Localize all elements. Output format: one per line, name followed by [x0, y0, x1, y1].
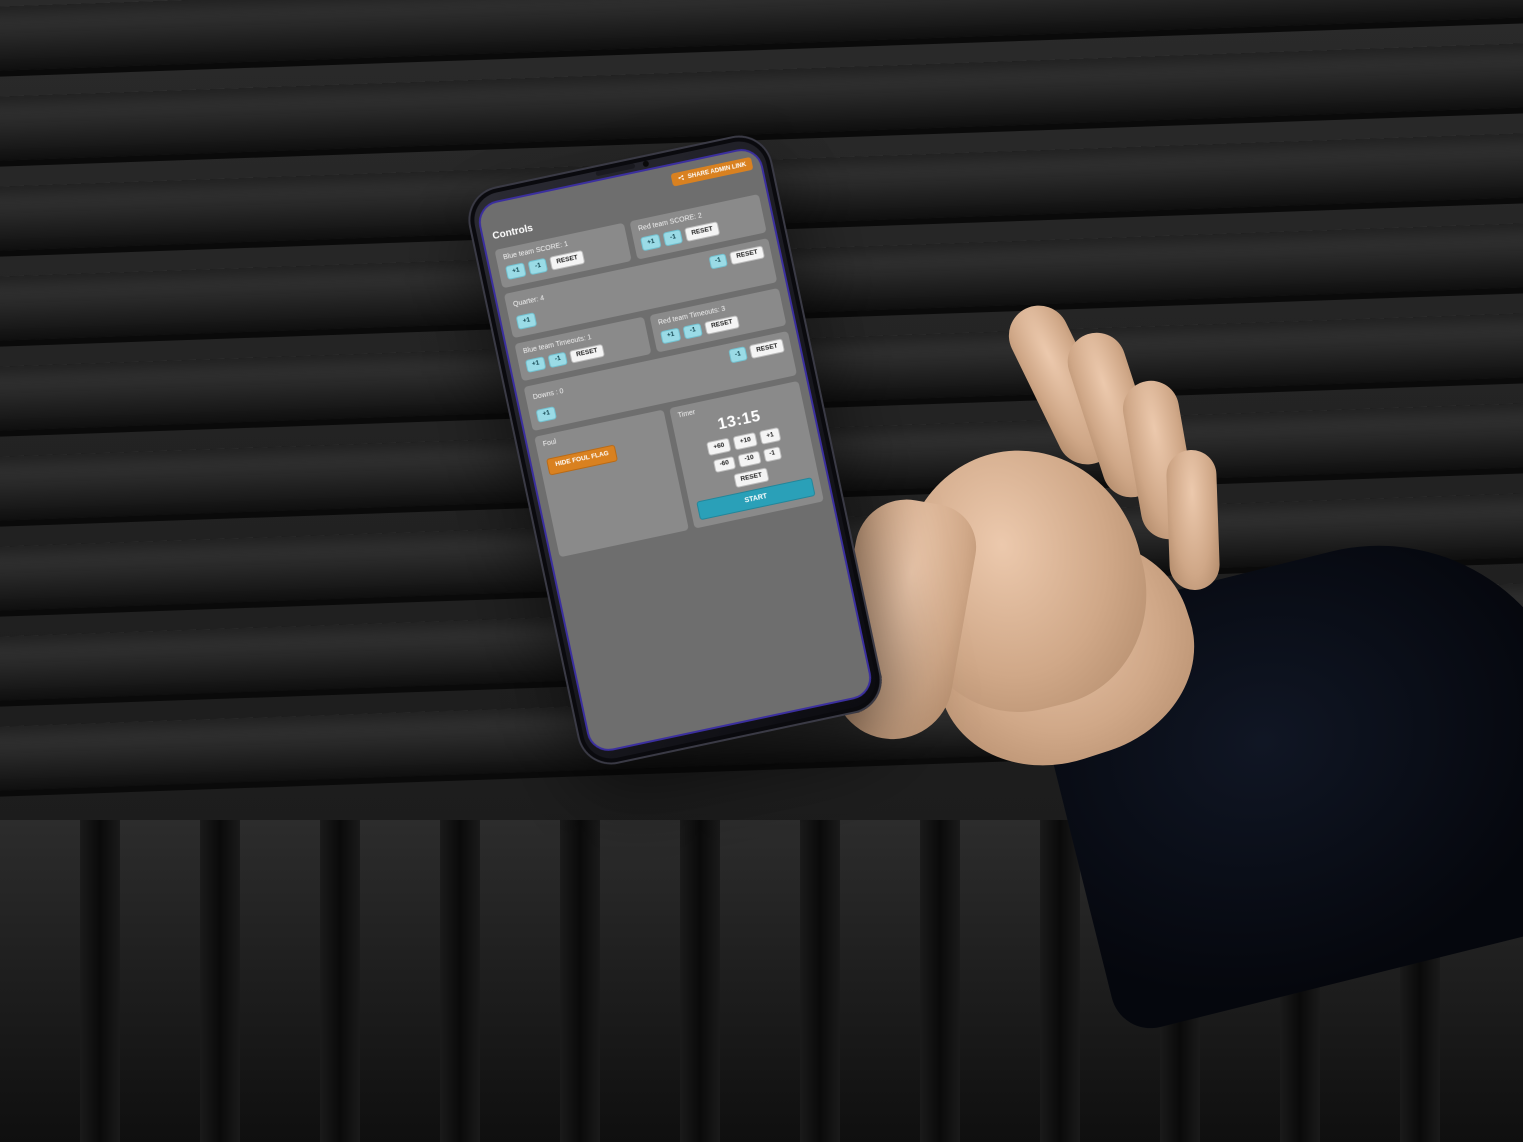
timer-minus10-button[interactable]: -10 — [737, 450, 761, 468]
timer-plus10-button[interactable]: +10 — [733, 432, 758, 450]
timer-plus1-button[interactable]: +1 — [759, 427, 781, 444]
blue-score-minus-button[interactable]: -1 — [528, 258, 548, 275]
red-score-plus-button[interactable]: +1 — [640, 234, 662, 251]
timer-plus60-button[interactable]: +60 — [706, 438, 731, 456]
controls-grid: Blue team SCORE: 1 +1 -1 RESET Red team … — [495, 194, 824, 557]
phone-camera-icon — [642, 160, 649, 167]
timer-card: Timer 13:15 +60 +10 +1 -60 -10 -1 — [669, 381, 824, 528]
blue-timeouts-minus-button[interactable]: -1 — [548, 351, 568, 368]
downs-reset-button[interactable]: RESET — [749, 338, 785, 358]
red-score-minus-button[interactable]: -1 — [663, 229, 683, 246]
downs-plus-button[interactable]: +1 — [536, 406, 558, 423]
share-admin-link-label: SHARE ADMIN LINK — [687, 161, 747, 180]
hide-foul-flag-button[interactable]: HIDE FOUL FLAG — [546, 444, 618, 475]
red-timeouts-minus-button[interactable]: -1 — [683, 322, 703, 339]
timer-minus60-button[interactable]: -60 — [713, 455, 737, 473]
timer-reset-button[interactable]: RESET — [734, 467, 770, 487]
blue-timeouts-reset-button[interactable]: RESET — [569, 343, 605, 363]
red-score-reset-button[interactable]: RESET — [684, 221, 720, 241]
quarter-reset-button[interactable]: RESET — [729, 245, 765, 265]
red-timeouts-plus-button[interactable]: +1 — [660, 327, 682, 344]
quarter-plus-button[interactable]: +1 — [516, 312, 538, 329]
hand-finger — [1166, 449, 1221, 591]
red-timeouts-reset-button[interactable]: RESET — [704, 315, 740, 335]
blue-score-plus-button[interactable]: +1 — [505, 262, 527, 279]
foul-card: Foul HIDE FOUL FLAG — [534, 410, 689, 557]
quarter-minus-button[interactable]: -1 — [708, 253, 728, 270]
blue-score-reset-button[interactable]: RESET — [549, 250, 585, 270]
quarter-label: Quarter: 4 — [513, 295, 545, 308]
blue-timeouts-plus-button[interactable]: +1 — [525, 356, 547, 373]
downs-label: Downs : 0 — [532, 388, 564, 401]
timer-minus1-button[interactable]: -1 — [762, 446, 782, 463]
share-icon — [677, 174, 685, 182]
downs-minus-button[interactable]: -1 — [728, 346, 748, 363]
